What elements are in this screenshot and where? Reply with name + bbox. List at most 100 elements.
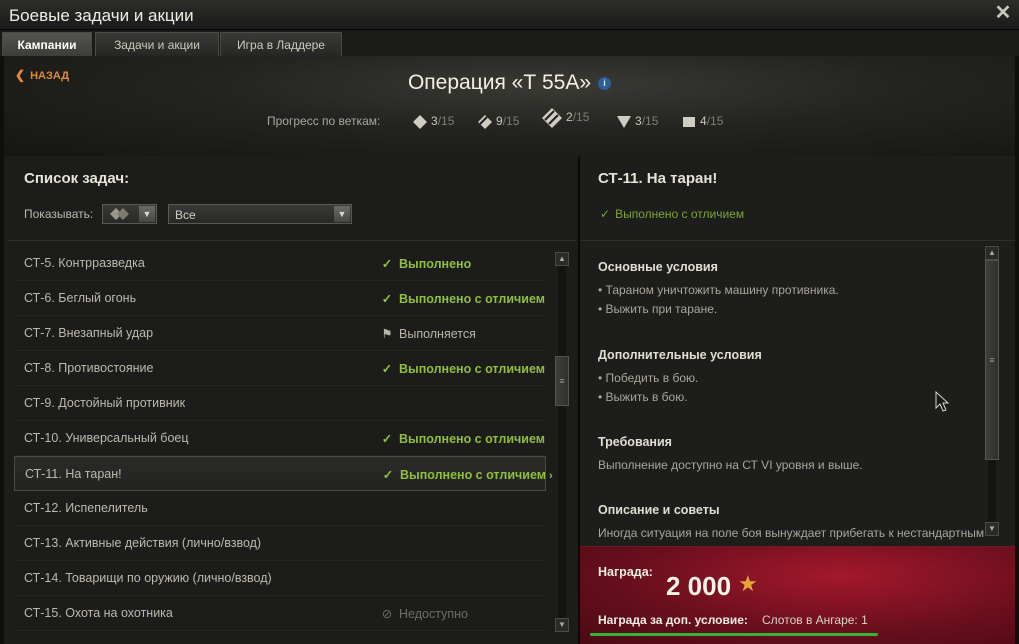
task-status-text: Недоступно	[399, 607, 468, 621]
check-icon: ✓	[381, 432, 393, 446]
task-name: СТ-10. Универсальный боец	[24, 431, 189, 445]
window-titlebar: Боевые задачи и акции ✕	[0, 0, 1019, 30]
scroll-down-icon[interactable]: ▼	[555, 618, 569, 632]
task-name: СТ-11. На таран!	[25, 467, 122, 481]
show-label: Показывать:	[24, 207, 94, 221]
tips: Описание и советы Иногда ситуация на пол…	[598, 503, 988, 541]
chevron-right-icon: ›	[548, 470, 553, 482]
light-tank-icon	[413, 114, 427, 129]
task-status: ✓ Выполнено с отличием ›	[381, 467, 553, 482]
branch-done: 3	[635, 114, 642, 128]
task-status-text: Выполнено с отличием	[399, 292, 545, 306]
check-icon: ✓	[381, 257, 393, 271]
divider	[8, 240, 576, 241]
task-item[interactable]: СТ-15. Охота на охотника ⊘ Недоступно	[14, 596, 546, 631]
medium-tank-icon	[478, 114, 492, 129]
task-status-text: Выполнено с отличием	[399, 432, 545, 446]
task-item[interactable]: СТ-13. Активные действия (лично/взвод)	[14, 526, 546, 561]
scroll-thumb[interactable]: ≡	[555, 356, 569, 406]
requirements: Требования Выполнение доступно на СТ VI …	[598, 435, 863, 477]
tab-campaigns[interactable]: Кампании	[2, 32, 92, 56]
scroll-up-icon[interactable]: ▲	[985, 246, 999, 260]
check-icon: ✓	[381, 362, 393, 376]
task-status: ✓ Выполнено с отличием	[380, 431, 545, 446]
branch-done: 9	[496, 114, 503, 128]
branch-medium-tank[interactable]: 9/15	[477, 114, 519, 129]
task-status: ✓ Выполнено с отличием	[380, 291, 545, 306]
mission-status: ✓ Выполнено с отличием	[600, 207, 744, 221]
condition-line: • Выжить в бою.	[598, 390, 688, 404]
progress-label: Прогресс по веткам:	[267, 114, 381, 128]
branch-done: 4	[700, 114, 707, 128]
task-item[interactable]: СТ-10. Универсальный боец ✓ Выполнено с о…	[14, 421, 546, 456]
scroll-down-icon[interactable]: ▼	[985, 522, 999, 536]
task-name: СТ-7. Внезапный удар	[24, 326, 154, 340]
branch-total: /15	[502, 114, 520, 128]
operation-title-text: Операция «Т 55А»	[407, 71, 592, 94]
bonus-reward-label: Награда за доп. условие:	[598, 613, 748, 627]
td-icon	[617, 115, 631, 128]
task-status: ✓ Выполнено с отличием	[380, 361, 545, 376]
spg-icon	[683, 116, 695, 127]
status-filter-value: Все	[175, 208, 196, 222]
chevron-down-icon: ▼	[139, 206, 155, 222]
reward-value: 2 000	[666, 571, 732, 601]
vehicle-type-filter[interactable]: ▼	[102, 204, 157, 224]
branch-done: 2	[566, 110, 573, 125]
window-title: Боевые задачи и акции	[9, 6, 194, 25]
task-list-title: Список задач:	[24, 170, 130, 187]
extra-conditions-title: Дополнительные условия	[598, 348, 762, 362]
condition-line: • Победить в бою.	[598, 371, 699, 385]
task-status-text: Выполнено с отличием	[400, 468, 546, 482]
task-item[interactable]: СТ-14. Товарищи по оружию (лично/взвод)	[14, 561, 546, 596]
task-name: СТ-9. Достойный противник	[24, 396, 186, 410]
task-item[interactable]: СТ-7. Внезапный удар ⚑ Выполняется	[14, 316, 546, 351]
requirements-text: Выполнение доступно на СТ VI уровня и вы…	[598, 458, 863, 472]
close-icon[interactable]: ✕	[993, 3, 1013, 23]
mission-status-text: Выполнено с отличием	[615, 207, 745, 221]
task-item-selected[interactable]: СТ-11. На таран! ✓ Выполнено с отличием ›	[14, 456, 553, 491]
task-name: СТ-6. Беглый огонь	[24, 291, 137, 305]
task-name: СТ-12. Испепелитель	[24, 501, 148, 515]
task-item[interactable]: СТ-6. Беглый огонь ✓ Выполнено с отличием	[14, 281, 546, 316]
main-conditions-title: Основные условия	[598, 260, 718, 274]
branch-light-tank[interactable]: 3/15	[412, 114, 454, 129]
branch-done: 3	[431, 114, 438, 128]
operation-title: Операция «Т 55А» i	[4, 71, 1015, 95]
tab-tasks-promos[interactable]: Задачи и акции	[95, 32, 219, 56]
requirements-title: Требования	[598, 435, 672, 449]
branch-spg[interactable]: 4/15	[681, 114, 723, 129]
tab-ladder[interactable]: Игра в Ладдере	[220, 32, 342, 56]
task-list-panel: Список задач: Показывать: ▼ Все ▼ СТ-5. …	[4, 156, 578, 644]
task-name: СТ-15. Охота на охотника	[24, 606, 173, 620]
task-item[interactable]: СТ-9. Достойный противник	[14, 386, 546, 421]
task-item[interactable]: СТ-8. Противостояние ✓ Выполнено с отличи…	[14, 351, 546, 386]
chevron-down-icon: ▼	[334, 206, 350, 222]
task-status-text: Выполнено с отличием	[399, 362, 545, 376]
tab-bar: Кампании Задачи и акции Игра в Ладдере	[0, 30, 1019, 56]
check-icon: ✓	[381, 292, 393, 306]
scroll-track[interactable]	[558, 266, 566, 618]
mission-scrollbar[interactable]: ▲ ≡ ▼	[985, 246, 999, 536]
heavy-tank-icon	[542, 108, 562, 128]
reward-panel: Награда: 2 000 ★ Награда за доп. условие…	[580, 546, 1015, 644]
reward-label: Награда:	[598, 565, 653, 579]
branch-progress: Прогресс по веткам:	[267, 114, 380, 128]
scroll-thumb[interactable]: ≡	[985, 260, 999, 460]
task-name: СТ-5. Контрразведка	[24, 256, 145, 270]
branch-heavy-tank[interactable]: 2/15	[541, 108, 589, 128]
info-icon[interactable]: i	[598, 76, 612, 90]
check-icon: ✓	[600, 207, 611, 221]
tips-text: Иногда ситуация на поле боя вынуждает пр…	[598, 526, 985, 540]
task-item[interactable]: СТ-12. Испепелитель	[14, 491, 546, 526]
branch-td[interactable]: 3/15	[616, 114, 658, 129]
task-list-scrollbar[interactable]: ▲ ≡ ▼	[555, 252, 569, 632]
scroll-up-icon[interactable]: ▲	[555, 252, 569, 266]
lock-icon: ⊘	[381, 607, 393, 621]
star-icon: ★	[738, 571, 758, 596]
operation-header: ❮ НАЗАД Операция «Т 55А» i Прогресс по вет…	[4, 56, 1015, 156]
task-item[interactable]: СТ-5. Контрразведка ✓ Выполнено	[14, 246, 546, 281]
reward-progress-bar	[590, 633, 878, 636]
status-filter-dropdown[interactable]: Все ▼	[168, 204, 352, 224]
branch-total: /15	[641, 114, 659, 128]
